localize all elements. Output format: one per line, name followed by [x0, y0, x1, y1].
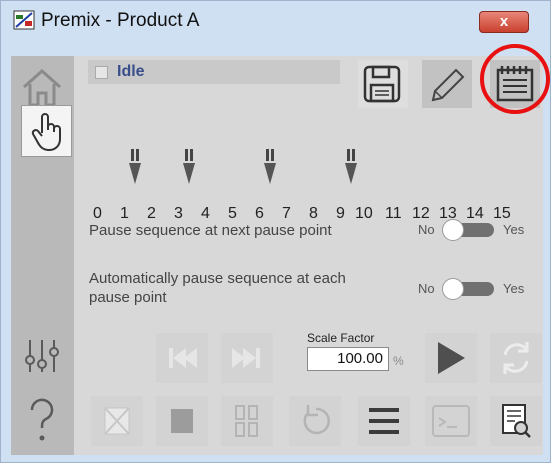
- pause-marker-6: [264, 149, 276, 184]
- pause-next-label: Pause sequence at next pause point: [89, 222, 332, 239]
- pause-marker-3: [183, 149, 195, 184]
- pause-next-no-label: No: [418, 222, 435, 237]
- help-icon: [30, 398, 54, 441]
- window-title: Premix - Product A: [41, 10, 200, 31]
- reset-icon: [303, 405, 331, 435]
- scale-tick: 10: [355, 205, 373, 222]
- stop-button[interactable]: [156, 396, 208, 446]
- hold-button[interactable]: [221, 396, 273, 446]
- pause-marker-1: [129, 149, 141, 184]
- menu-icon: [369, 408, 399, 434]
- pause-each-toggle[interactable]: [442, 278, 494, 300]
- scale-factor-unit: %: [393, 354, 404, 368]
- report-search-icon: [502, 404, 531, 438]
- scale-factor-input[interactable]: 100.00: [307, 347, 389, 371]
- skip-back-button[interactable]: [156, 333, 208, 383]
- home-icon: [23, 68, 61, 107]
- title-bar[interactable]: Premix - Product A x: [1, 1, 550, 37]
- scale-tick: 11: [385, 205, 402, 222]
- skip-forward-button[interactable]: [221, 333, 273, 383]
- pause-icon: [235, 405, 258, 437]
- scale-tick: 12: [412, 205, 430, 222]
- pause-next-toggle[interactable]: [442, 219, 494, 241]
- save-icon: [363, 65, 401, 103]
- sidebar-item-help[interactable]: [11, 391, 74, 447]
- play-icon: [438, 342, 465, 374]
- app-icon: [13, 10, 35, 30]
- scale-tick: 9: [336, 205, 345, 222]
- menu-button[interactable]: [358, 396, 410, 446]
- abort-button[interactable]: [91, 396, 143, 446]
- pencil-icon: [431, 68, 465, 102]
- restart-button[interactable]: [490, 333, 542, 383]
- toggle-knob: [442, 219, 464, 241]
- stop-icon: [171, 409, 193, 433]
- close-icon: x: [499, 13, 509, 30]
- skip-forward-icon: [232, 348, 260, 368]
- scale-factor-label: Scale Factor: [307, 331, 375, 345]
- pause-next-yes-label: Yes: [503, 222, 525, 237]
- save-button[interactable]: [358, 60, 408, 108]
- faceplate-window: Premix - Product A x Idle 0 1 2 3 4 5 6 …: [0, 0, 551, 463]
- status-checkbox: [95, 66, 108, 79]
- pause-each-label: Automatically pause sequence at each pau…: [89, 270, 346, 306]
- command-button[interactable]: [425, 396, 477, 446]
- start-button[interactable]: [425, 333, 477, 383]
- sliders-icon: [25, 340, 59, 372]
- hand-icon: [31, 113, 61, 152]
- terminal-icon: [432, 405, 470, 437]
- reset-button[interactable]: [289, 396, 341, 446]
- report-button[interactable]: [490, 396, 542, 446]
- toggle-knob: [442, 278, 464, 300]
- pause-marker-9: [345, 149, 357, 184]
- edit-button[interactable]: [422, 60, 472, 108]
- scale-tick: 15: [493, 205, 511, 222]
- sidebar-item-operator[interactable]: [21, 105, 72, 157]
- sidebar-item-settings[interactable]: [11, 329, 74, 385]
- close-button[interactable]: x: [479, 11, 529, 33]
- refresh-icon: [503, 342, 529, 374]
- highlight-circle: [480, 44, 550, 114]
- pause-each-no-label: No: [418, 281, 435, 296]
- status-text: Idle: [117, 63, 145, 80]
- scale-tick: 14: [466, 205, 484, 222]
- stop-x-icon: [104, 407, 130, 435]
- pause-each-yes-label: Yes: [503, 281, 525, 296]
- skip-back-icon: [169, 348, 197, 368]
